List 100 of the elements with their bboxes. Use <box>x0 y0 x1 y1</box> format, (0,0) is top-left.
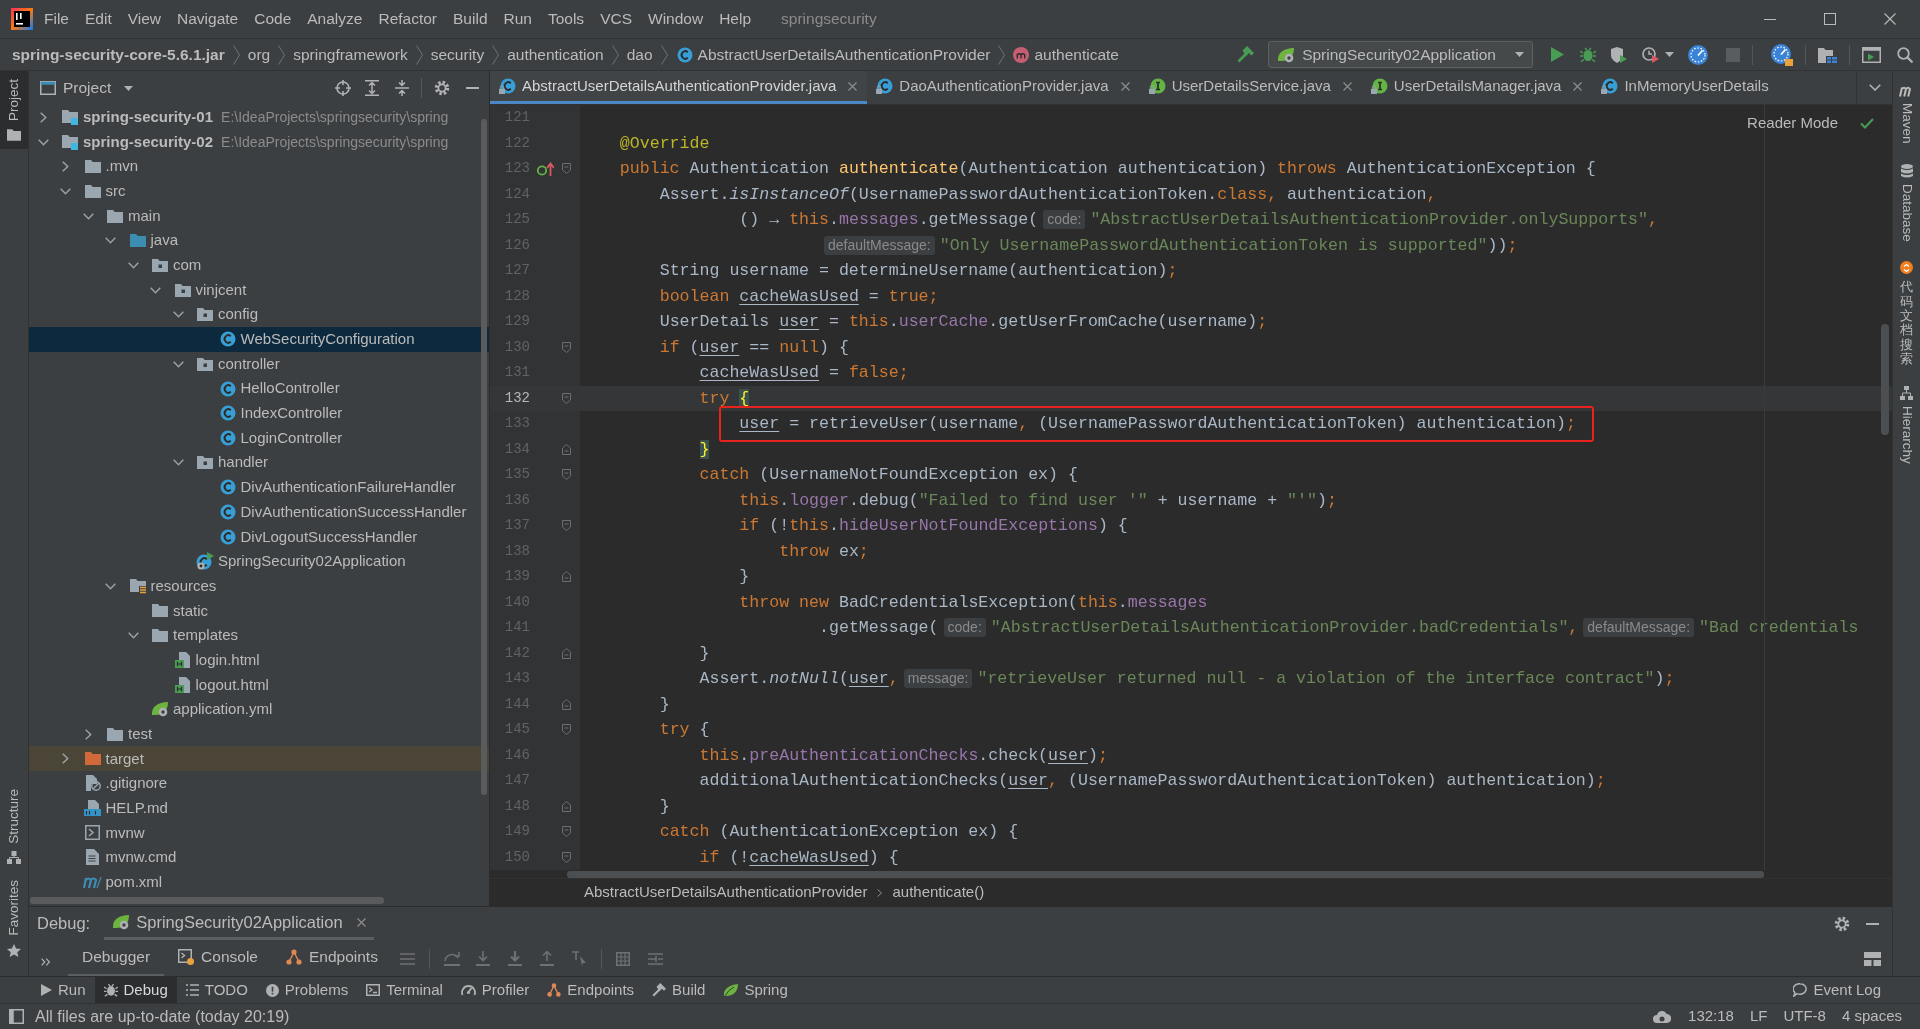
fold-marker-icon[interactable] <box>562 469 571 481</box>
tree-item[interactable]: resources <box>104 573 217 599</box>
arrow-down-icon[interactable] <box>507 951 522 966</box>
chevron-down-icon[interactable] <box>37 138 49 146</box>
scrollbar-thumb[interactable] <box>481 119 487 795</box>
expand-all-icon[interactable] <box>365 80 379 96</box>
panel-title-dropdown[interactable]: Project <box>40 76 134 100</box>
scrollbar-thumb[interactable] <box>1881 324 1889 435</box>
bug-icon[interactable] <box>1580 47 1596 62</box>
tree-item[interactable]: controller <box>172 351 280 377</box>
fold-marker-icon[interactable] <box>562 698 571 710</box>
hammer-icon[interactable] <box>1237 46 1255 63</box>
caret-position[interactable]: 132:18 <box>1680 1005 1742 1028</box>
tool-window-button[interactable]: Run <box>32 977 95 1003</box>
curved-arrow-icon[interactable] <box>443 951 460 966</box>
minimize-icon[interactable] <box>1866 922 1879 925</box>
menu-item[interactable]: Window <box>640 5 712 33</box>
chevron-down-icon[interactable] <box>172 459 184 467</box>
close-icon[interactable] <box>1342 81 1352 91</box>
tool-window-button[interactable]: Spring <box>714 977 797 1003</box>
fold-marker-icon[interactable] <box>562 571 571 583</box>
tree-item[interactable]: mvnw.cmd <box>83 845 177 870</box>
breadcrumb[interactable]: security <box>430 42 485 67</box>
menu-item[interactable]: Help <box>711 5 760 33</box>
tree-item[interactable]: HELP.md <box>83 795 168 821</box>
tree-item[interactable]: WebSecurityConfiguration <box>218 327 415 352</box>
chevron-down-icon[interactable] <box>105 237 116 245</box>
chevron-down-icon[interactable] <box>127 261 139 269</box>
tool-window-tab[interactable]: Project <box>0 71 28 150</box>
scrollbar-thumb[interactable] <box>567 871 1764 878</box>
breadcrumb[interactable]: authenticate <box>1013 42 1119 67</box>
tree-item[interactable]: SpringSecurity02Application <box>196 549 406 574</box>
scrollbar-thumb[interactable] <box>30 897 384 904</box>
tree-item[interactable]: src <box>59 179 126 204</box>
shield-play-icon[interactable] <box>1611 46 1627 63</box>
tree-item[interactable]: pom.xml <box>83 869 163 895</box>
fold-marker-icon[interactable] <box>562 800 571 812</box>
gauge-icon[interactable] <box>1688 44 1708 65</box>
fold-marker-icon[interactable] <box>562 647 571 659</box>
debug-tab[interactable]: Endpoints <box>271 940 392 977</box>
tree-item[interactable]: .gitignore <box>83 771 168 796</box>
tool-window-tab[interactable]: Hierarchy <box>1893 382 1920 468</box>
tree-item[interactable]: DivAuthenticationSuccessHandler <box>218 499 467 525</box>
tree-item[interactable]: config <box>172 302 259 328</box>
double-chevron-icon[interactable] <box>41 957 50 966</box>
tree-item[interactable]: vinjcent <box>149 277 247 303</box>
menu-item[interactable]: Analyze <box>299 5 371 33</box>
tree-item[interactable]: spring-security-01 E:\IdeaProjects\springsecurity\spring <box>37 105 449 130</box>
breadcrumb[interactable]: dao <box>626 42 653 67</box>
tree-item[interactable]: mvnw <box>83 820 145 846</box>
arrow-down-icon[interactable] <box>475 951 490 966</box>
arrow-up-icon[interactable] <box>539 951 554 966</box>
minimize-icon[interactable] <box>1764 18 1776 20</box>
cloud-gear-icon[interactable] <box>1653 1009 1672 1024</box>
override-marker-icon[interactable] <box>536 161 554 176</box>
breadcrumb[interactable]: AbstractUserDetailsAuthenticationProvider <box>584 881 868 904</box>
menu-item[interactable]: Tools <box>539 5 593 33</box>
tree-item[interactable]: IndexController <box>218 401 343 426</box>
grid-icon[interactable] <box>615 951 630 966</box>
fold-marker-icon[interactable] <box>562 163 571 175</box>
chevron-down-icon[interactable] <box>127 631 139 639</box>
tree-item[interactable]: DivLogoutSuccessHandler <box>218 524 418 550</box>
gauge-icon[interactable] <box>1771 43 1793 66</box>
fold-marker-icon[interactable] <box>562 341 571 353</box>
breadcrumb[interactable]: org <box>247 42 271 67</box>
chevron-down-icon[interactable] <box>172 311 184 319</box>
breadcrumb[interactable]: springframework <box>293 42 408 67</box>
tool-window-tab[interactable]: 代码文档搜索 <box>1893 257 1920 371</box>
collapse-all-icon[interactable] <box>395 80 409 96</box>
play-icon[interactable] <box>1551 47 1564 62</box>
close-icon[interactable] <box>1573 81 1583 91</box>
menu-item[interactable]: VCS <box>592 5 640 33</box>
tree-item[interactable]: main <box>82 203 161 229</box>
editor-tab[interactable]: InMemoryUserDetails <box>1592 71 1779 104</box>
fold-marker-icon[interactable] <box>562 443 571 455</box>
breadcrumb[interactable]: spring-security-core-5.6.1.jar <box>12 42 225 67</box>
fold-marker-icon[interactable] <box>562 826 571 838</box>
tree-item[interactable]: logout.html <box>173 672 269 698</box>
chevron-right-icon[interactable] <box>62 753 69 765</box>
session-tab[interactable]: SpringSecurity02Application <box>104 907 374 940</box>
fold-marker-icon[interactable] <box>562 520 571 532</box>
tool-window-button[interactable]: Event Log <box>1784 977 1890 1003</box>
chevron-down-icon[interactable] <box>172 360 184 368</box>
tree-item[interactable]: target <box>59 746 144 772</box>
close-icon[interactable] <box>1120 81 1130 91</box>
tool-window-button[interactable]: Debug <box>94 977 177 1003</box>
tool-window-button[interactable]: Profiler <box>451 977 539 1003</box>
chevron-down-icon[interactable] <box>105 582 116 590</box>
tree-item[interactable]: static <box>151 598 208 624</box>
tree-item[interactable]: .mvn <box>59 154 138 179</box>
menu-item[interactable]: Code <box>246 5 300 33</box>
menu-item[interactable]: Edit <box>77 5 120 33</box>
editor-tab[interactable]: UserDetailsManager.java <box>1361 71 1593 104</box>
tree-item[interactable]: application.yml <box>151 697 273 722</box>
tool-window-tab[interactable]: Favorites <box>0 872 28 966</box>
folder-grid-icon[interactable] <box>1818 46 1837 63</box>
tree-item[interactable]: com <box>127 253 202 278</box>
run-config-dropdown[interactable]: SpringSecurity02Application <box>1268 41 1533 68</box>
breadcrumb[interactable]: AbstractUserDetailsAuthenticationProvider <box>675 42 991 67</box>
tool-window-button[interactable]: Terminal <box>357 977 452 1003</box>
